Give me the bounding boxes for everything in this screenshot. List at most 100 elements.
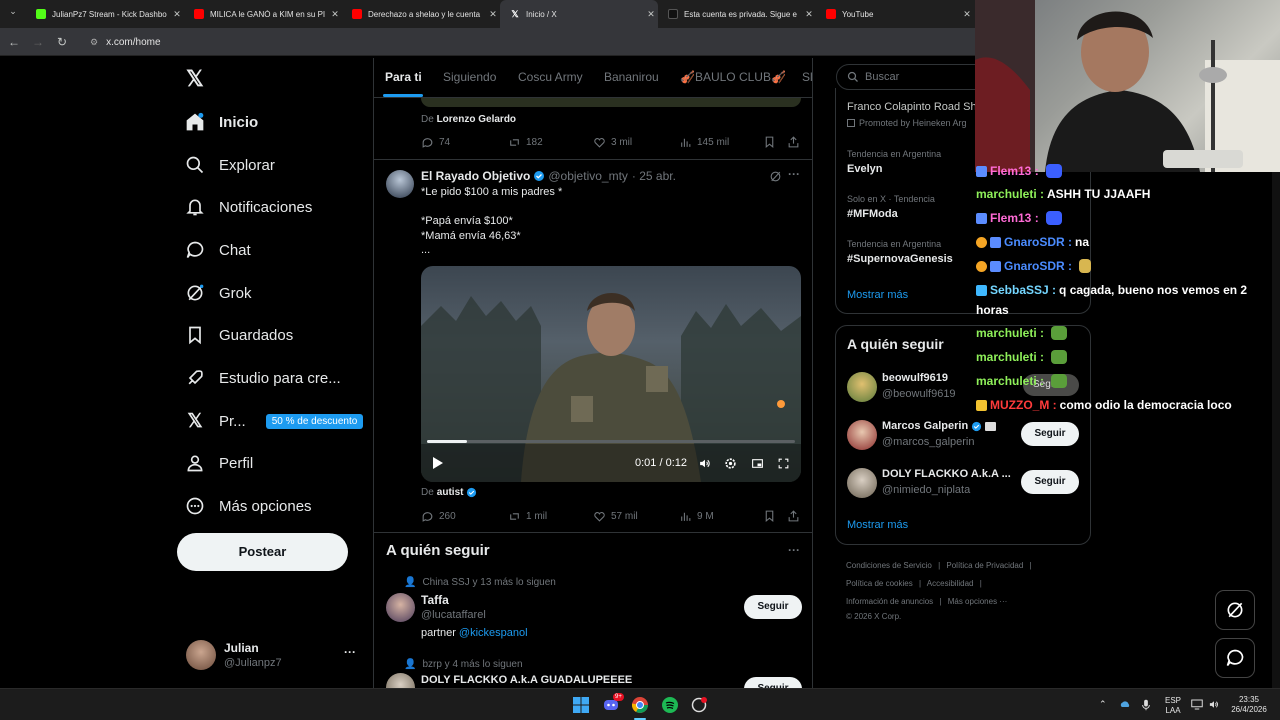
messages-floating-button[interactable] bbox=[1215, 638, 1255, 678]
grok-floating-button[interactable] bbox=[1215, 590, 1255, 630]
clock[interactable]: 23:35 26/4/2026 bbox=[1226, 695, 1272, 715]
trend-name[interactable]: #MFModa bbox=[847, 208, 898, 220]
forward-arrow-icon[interactable]: → bbox=[30, 34, 46, 50]
nav-item-guardados[interactable]: Guardados bbox=[184, 317, 293, 353]
post-handle[interactable]: @objetivo_mty bbox=[548, 169, 628, 183]
footer-link[interactable]: Accesibilidad bbox=[927, 579, 974, 588]
views-action[interactable]: 145 mil bbox=[679, 136, 729, 149]
nav-item-mas-opciones[interactable]: Más opciones bbox=[184, 488, 312, 524]
tab-bananirou[interactable]: Bananirou bbox=[604, 70, 659, 84]
more-icon[interactable]: ··· bbox=[788, 167, 800, 181]
like-action[interactable]: 57 mil bbox=[593, 510, 638, 523]
close-icon[interactable]: ✕ bbox=[644, 9, 658, 20]
browser-tab[interactable]: YouTube ✕ bbox=[816, 0, 974, 28]
browser-tab[interactable]: MILICA le GANÓ a KIM en su PI ✕ bbox=[184, 0, 342, 28]
tab-baulo-club[interactable]: 🎻BAULO CLUB🎻 bbox=[680, 70, 786, 84]
trend-name[interactable]: Evelyn bbox=[847, 163, 882, 175]
bookmark-icon[interactable] bbox=[763, 509, 776, 528]
footer-link[interactable]: Información de anuncios bbox=[846, 597, 933, 606]
source-author[interactable]: Lorenzo Gelardo bbox=[437, 114, 516, 125]
share-icon[interactable] bbox=[787, 509, 800, 528]
tab-siguiendo[interactable]: Siguiendo bbox=[443, 70, 496, 84]
user-handle[interactable]: @beowulf9619 bbox=[882, 388, 956, 400]
reply-action[interactable]: 260 bbox=[421, 510, 456, 523]
volume-icon[interactable] bbox=[698, 457, 712, 475]
close-icon[interactable]: ✕ bbox=[328, 9, 342, 20]
onedrive-icon[interactable] bbox=[1119, 699, 1131, 712]
follow-button[interactable]: Seguir bbox=[744, 595, 802, 619]
browser-tab-active[interactable]: 𝕏 Inicio / X ✕ bbox=[500, 0, 658, 28]
input-language[interactable]: ESP LAA bbox=[1162, 696, 1184, 716]
repost-action[interactable]: 182 bbox=[508, 136, 543, 149]
tab-para-ti[interactable]: Para ti bbox=[385, 70, 422, 84]
avatar[interactable] bbox=[847, 420, 877, 450]
settings-gear-icon[interactable] bbox=[724, 457, 737, 475]
video-player[interactable] bbox=[421, 266, 801, 482]
tab-search-chevron-icon[interactable]: ⌄ bbox=[4, 6, 22, 22]
promo-title[interactable]: Franco Colapinto Road Sh bbox=[847, 101, 975, 113]
spotify-icon[interactable] bbox=[662, 697, 678, 713]
close-icon[interactable]: ✕ bbox=[486, 9, 500, 20]
avatar[interactable] bbox=[386, 170, 414, 198]
user-name[interactable]: Marcos Galperin bbox=[882, 420, 968, 432]
microphone-icon[interactable] bbox=[1141, 699, 1151, 714]
bookmark-icon[interactable] bbox=[763, 135, 776, 154]
nav-item-perfil[interactable]: Perfil bbox=[184, 445, 253, 481]
chrome-icon[interactable] bbox=[631, 697, 648, 713]
nav-item-notificaciones[interactable]: Notificaciones bbox=[184, 189, 312, 225]
close-icon[interactable]: ✕ bbox=[170, 9, 184, 20]
user-handle[interactable]: @marcos_galperin bbox=[882, 436, 975, 448]
fullscreen-icon[interactable] bbox=[777, 457, 790, 475]
back-arrow-icon[interactable]: ← bbox=[6, 34, 22, 50]
nav-item-chat[interactable]: Chat bbox=[184, 232, 251, 268]
repost-action[interactable]: 1 mil bbox=[508, 510, 547, 523]
footer-link[interactable]: Política de Privacidad bbox=[946, 561, 1023, 570]
nav-item-estudio[interactable]: Estudio para cre... bbox=[184, 360, 341, 396]
like-action[interactable]: 3 mil bbox=[593, 136, 632, 149]
tray-chevron-icon[interactable]: ⌃ bbox=[1099, 699, 1107, 709]
app-icon[interactable] bbox=[691, 697, 707, 713]
user-handle[interactable]: @nimiedo_niplata bbox=[882, 484, 970, 496]
scrollbar[interactable] bbox=[1272, 172, 1280, 688]
follow-button[interactable]: Seguir bbox=[1021, 422, 1079, 446]
play-icon[interactable] bbox=[432, 456, 444, 470]
nav-item-premium[interactable]: 𝕏 Pr... 50 % de descuento bbox=[184, 403, 364, 439]
user-handle[interactable]: @lucataffarel bbox=[421, 609, 486, 621]
footer-link[interactable]: Más opciones ··· bbox=[948, 597, 1008, 606]
video-scrubber[interactable] bbox=[427, 440, 795, 443]
close-icon[interactable]: ✕ bbox=[802, 9, 816, 20]
user-name[interactable]: DOLY FLACKKO A.k.A ... bbox=[882, 468, 1011, 480]
avatar[interactable] bbox=[847, 468, 877, 498]
nav-item-inicio[interactable]: Inicio bbox=[184, 104, 258, 140]
reply-action[interactable]: 74 bbox=[421, 136, 450, 149]
post-author[interactable]: El Rayado Objetivo bbox=[421, 169, 530, 183]
user-name[interactable]: DOLY FLACKKO A.k.A GUADALUPEEEE bbox=[421, 674, 632, 686]
footer-link[interactable]: Política de cookies bbox=[846, 579, 913, 588]
browser-tab[interactable]: Esta cuenta es privada. Sigue e ✕ bbox=[658, 0, 816, 28]
volume-icon[interactable] bbox=[1208, 699, 1220, 713]
windows-start-icon[interactable] bbox=[573, 697, 589, 713]
trend-name[interactable]: #SupernovaGenesis bbox=[847, 253, 953, 265]
more-icon[interactable]: ··· bbox=[788, 543, 800, 557]
footer-link[interactable]: Condiciones de Servicio bbox=[846, 561, 932, 570]
nav-item-grok[interactable]: Grok bbox=[184, 275, 252, 311]
bio-mention-link[interactable]: @kickespanol bbox=[459, 627, 528, 639]
x-logo-icon[interactable]: 𝕏 bbox=[186, 66, 208, 91]
more-icon[interactable]: ··· bbox=[344, 645, 356, 659]
tab-coscu-army[interactable]: Coscu Army bbox=[518, 70, 583, 84]
nav-item-explorar[interactable]: Explorar bbox=[184, 147, 275, 183]
site-settings-icon[interactable]: ⚙ bbox=[90, 37, 98, 48]
network-icon[interactable] bbox=[1191, 699, 1203, 713]
post-date[interactable]: · 25 abr. bbox=[632, 169, 676, 183]
url-field[interactable]: ⚙ x.com/home bbox=[84, 32, 964, 52]
user-name[interactable]: Taffa bbox=[421, 593, 449, 607]
picture-in-picture-icon[interactable] bbox=[751, 457, 764, 475]
follow-button[interactable]: Seguir bbox=[1021, 470, 1079, 494]
views-action[interactable]: 9 M bbox=[679, 510, 714, 523]
avatar[interactable] bbox=[386, 593, 415, 622]
avatar[interactable] bbox=[847, 372, 877, 402]
account-switcher[interactable]: Julian @Julianpz7 ··· bbox=[184, 638, 364, 674]
show-more-link[interactable]: Mostrar más bbox=[847, 289, 908, 301]
browser-tab[interactable]: Derechazo a shelao y le cuenta ✕ bbox=[342, 0, 500, 28]
browser-tab[interactable]: JulianPz7 Stream - Kick Dashbo ✕ bbox=[26, 0, 184, 28]
